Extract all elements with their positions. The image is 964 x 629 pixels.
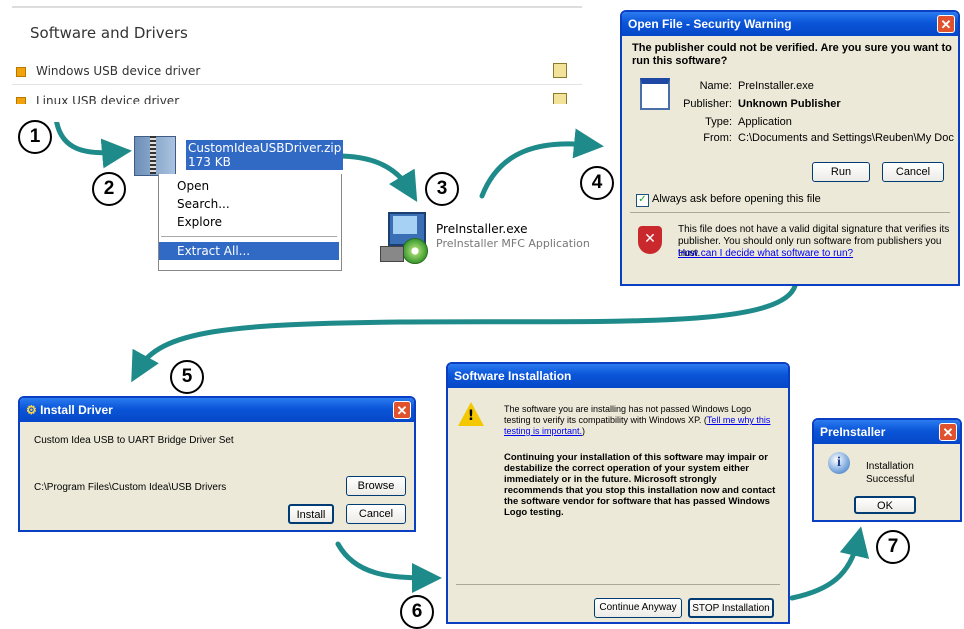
panel-title: Software and Drivers [30, 24, 188, 42]
info-icon: i [828, 452, 850, 474]
menu-item-extract-all[interactable]: Extract All... [159, 242, 339, 260]
install-button[interactable]: Install [288, 504, 334, 524]
success-message: Installation Successful [866, 461, 915, 485]
publisher-label: Publisher: [683, 98, 732, 110]
context-menu: Open Search... Explore Extract All... [158, 174, 342, 271]
step-7: 7 [876, 530, 910, 564]
name-label: Name: [699, 80, 732, 92]
dialog-title: Open File - Security Warning [628, 17, 792, 31]
dialog-titlebar: Open File - Security Warning ✕ [622, 12, 958, 36]
installer-screen [393, 216, 417, 234]
stop-installation-button[interactable]: STOP Installation [688, 598, 774, 618]
from-value: C:\Documents and Settings\Reuben\My Docu… [738, 132, 954, 144]
type-label: Type: [705, 116, 732, 128]
installer-disc [402, 238, 428, 264]
menu-item-open[interactable]: Open [159, 177, 339, 195]
preinstaller-dialog: PreInstaller ✕ i Installation Successful … [812, 418, 962, 522]
list-item-label: Windows USB device driver [36, 64, 201, 78]
step-3: 3 [425, 172, 459, 206]
divider [630, 212, 950, 213]
type-value: Application [738, 116, 792, 128]
cancel-button[interactable]: Cancel [882, 162, 944, 182]
installer-name: PreInstaller.exe [436, 222, 528, 236]
shield-icon: ✕ [638, 226, 662, 254]
arrow-4-5 [131, 283, 798, 383]
zip-file-size: 173 KB [188, 155, 231, 169]
zip-file-name: CustomIdeaUSBDriver.zip [188, 141, 342, 155]
divider [456, 584, 780, 585]
software-installation-dialog: Software Installation ! The software you… [446, 362, 790, 624]
installer-base [380, 246, 404, 262]
arrow-5-6 [335, 541, 442, 593]
driver-set-label: Custom Idea USB to UART Bridge Driver Se… [34, 435, 234, 446]
application-icon [640, 78, 670, 110]
decide-link[interactable]: How can I decide what software to run? [678, 248, 853, 260]
zip-file-label[interactable]: CustomIdeaUSBDriver.zip 173 KB [186, 140, 344, 170]
security-question: The publisher could not be verified. Are… [632, 42, 952, 67]
dialog-titlebar: ⚙ Install Driver ✕ [20, 398, 414, 422]
install-icon: ⚙ [26, 403, 41, 417]
close-icon[interactable]: ✕ [393, 401, 411, 419]
logo-message-close: ) [582, 426, 586, 436]
document-icon[interactable] [553, 63, 567, 78]
close-icon[interactable]: ✕ [937, 15, 955, 33]
close-icon[interactable]: ✕ [939, 423, 957, 441]
continue-warning: Continuing your installation of this sof… [504, 452, 776, 518]
name-value: PreInstaller.exe [738, 80, 814, 92]
menu-item-search[interactable]: Search... [159, 195, 339, 213]
dialog-titlebar: PreInstaller ✕ [814, 420, 960, 444]
arrow-3-4 [479, 128, 604, 199]
step-1: 1 [18, 120, 52, 154]
list-item[interactable]: Windows USB device driver [12, 58, 582, 85]
step-5: 5 [170, 360, 204, 394]
software-panel: Software and Drivers Windows USB device … [0, 0, 600, 115]
menu-item-explore[interactable]: Explore [159, 213, 339, 231]
bullet-icon [16, 67, 26, 77]
dialog-title: Install Driver [40, 403, 113, 417]
cancel-button[interactable]: Cancel [346, 504, 406, 524]
installer-icon[interactable] [380, 208, 430, 264]
logo-testing-message: The software you are installing has not … [504, 404, 778, 437]
installer-desc: PreInstaller MFC Application [436, 237, 590, 250]
continue-anyway-button[interactable]: Continue Anyway [594, 598, 682, 618]
install-path: C:\Program Files\Custom Idea\USB Drivers [34, 482, 227, 493]
from-label: From: [703, 132, 732, 144]
dialog-title: PreInstaller [820, 425, 886, 439]
step-6: 6 [400, 595, 434, 629]
ok-button[interactable]: OK [854, 496, 916, 514]
zip-file-icon[interactable] [130, 132, 178, 176]
run-button[interactable]: Run [812, 162, 870, 182]
warning-mark: ! [467, 408, 475, 424]
step-2: 2 [92, 172, 126, 206]
security-warning-dialog: Open File - Security Warning ✕ The publis… [620, 10, 960, 286]
arrow-6-7 [789, 526, 870, 601]
install-driver-dialog: ⚙ Install Driver ✕ Custom Idea USB to UAR… [18, 396, 416, 532]
dialog-title: Software Installation [454, 369, 572, 383]
zip-zipper [150, 136, 156, 174]
always-ask-label[interactable]: Always ask before opening this file [652, 193, 821, 206]
step-4: 4 [580, 166, 614, 200]
menu-separator [161, 236, 337, 237]
browse-button[interactable]: Browse [346, 476, 406, 496]
panel-top-rule [12, 6, 582, 8]
publisher-value: Unknown Publisher [738, 98, 841, 110]
dialog-titlebar: Software Installation [448, 364, 788, 388]
arrow-1-2 [53, 115, 132, 169]
always-ask-checkbox[interactable]: ✓ [636, 194, 649, 207]
panel-crop-cover [0, 104, 600, 122]
